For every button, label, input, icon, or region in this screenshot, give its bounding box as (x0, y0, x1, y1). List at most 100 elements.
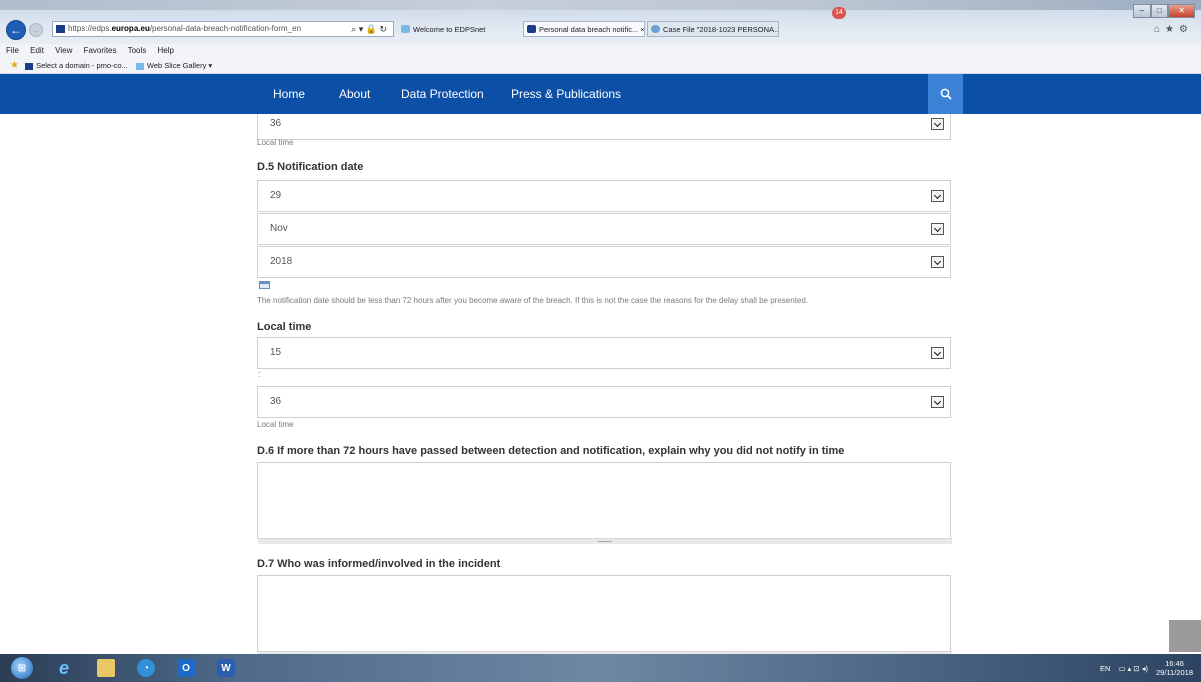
tray-icons[interactable]: ▭ ▴ ⊡ ◂) (1118, 664, 1148, 673)
url-prefix: https://edps. (68, 24, 112, 33)
web-slice-icon (135, 62, 144, 70)
select-value: 36 (270, 118, 282, 129)
taskbar-word[interactable]: W (208, 655, 244, 681)
favorite-icon (25, 62, 34, 70)
d6-delay-explanation-heading: D.6 If more than 72 hours have passed be… (257, 445, 845, 457)
window-controls: – □ ✕ (1133, 4, 1196, 18)
clock[interactable]: 16:46 29/11/2018 (1156, 659, 1193, 677)
tab-label: Personal data breach notific... × (539, 25, 645, 34)
taskbar-app[interactable]: ◔ (128, 655, 164, 681)
scroll-to-top-button[interactable] (1169, 620, 1201, 652)
start-button[interactable]: ⊞ (4, 655, 40, 681)
favorites-bar: ★ Select a domain - pmo-co... Web Slice … (0, 58, 1201, 74)
tab-favicon-icon (401, 25, 410, 33)
search-icon (940, 88, 952, 100)
url-domain: europa.eu (111, 24, 150, 33)
minimize-button[interactable]: – (1133, 4, 1151, 18)
notification-badge[interactable]: 14 (832, 7, 846, 19)
tab-label: Welcome to EDPSnet (413, 25, 486, 34)
nav-press-publications[interactable]: Press & Publications (511, 74, 621, 114)
tab-favicon-icon (527, 25, 536, 33)
notification-date-hint: The notification date should be less tha… (257, 296, 809, 305)
day-select[interactable]: 29 (257, 180, 951, 212)
nav-data-protection[interactable]: Data Protection (401, 74, 484, 114)
d6-delay-explanation-textarea[interactable] (257, 462, 952, 544)
chevron-down-icon[interactable] (931, 396, 944, 408)
d7-informed-involved-textarea[interactable] (257, 575, 952, 654)
menu-help[interactable]: Help (158, 46, 174, 55)
word-icon: W (217, 659, 235, 677)
taskbar-internet-explorer[interactable]: e (46, 655, 82, 681)
d5-notification-date-heading: D.5 Notification date (257, 161, 364, 173)
select-value: 2018 (270, 256, 293, 267)
hour-select[interactable]: 15 (257, 337, 951, 369)
form-content: 36 Local time D.5 Notification date 29 N… (0, 114, 1201, 654)
titlebar-background (0, 0, 1201, 10)
system-tray: EN ▭ ▴ ⊡ ◂) 16:46 29/11/2018 (1100, 654, 1193, 682)
address-bar[interactable]: https://edps.europa.eu/personal-data-bre… (52, 21, 394, 37)
menu-bar: File Edit View Favorites Tools Help (0, 44, 1201, 58)
forward-button[interactable]: → (29, 23, 43, 37)
taskbar-outlook[interactable]: O (168, 655, 204, 681)
address-tools-icon[interactable]: ⌕ ▾ 🔒 ↻ (351, 22, 387, 36)
back-arrow-icon: ← (10, 23, 22, 37)
favorite-label: Web Slice Gallery ▾ (146, 61, 213, 70)
start-icon: ⊞ (11, 657, 33, 679)
local-time-hint-previous: Local time (257, 138, 294, 147)
chevron-down-icon[interactable] (931, 223, 944, 235)
time-separator: : (258, 369, 261, 379)
chevron-down-icon[interactable] (931, 190, 944, 202)
select-value: Nov (270, 223, 288, 234)
app-icon: ◔ (137, 659, 155, 677)
tab-welcome-edpsnet[interactable]: Welcome to EDPSnet (397, 21, 521, 37)
url-path: /personal-data-breach-notification-form_… (149, 24, 302, 33)
nav-about[interactable]: About (339, 74, 370, 114)
clock-time: 16:46 (1165, 659, 1184, 668)
chevron-down-icon[interactable] (931, 256, 944, 268)
month-select[interactable]: Nov (257, 213, 951, 245)
tab-label: Case File "2018-1023 PERSONA... (663, 25, 779, 34)
select-value: 29 (270, 190, 282, 201)
windows-taskbar: ⊞ e ◔ O W EN ▭ ▴ ⊡ ◂) 16:46 29/11/2018 (0, 654, 1201, 682)
home-favorites-settings-icons[interactable]: ⌂★⚙ (1154, 24, 1193, 35)
close-window-button[interactable]: ✕ (1168, 4, 1196, 18)
nav-home[interactable]: Home (273, 74, 305, 114)
outlook-icon: O (177, 659, 195, 677)
search-button[interactable] (928, 74, 963, 114)
menu-tools[interactable]: Tools (128, 46, 147, 55)
local-time-hint: Local time (257, 420, 294, 429)
chevron-down-icon[interactable] (931, 118, 944, 130)
menu-edit[interactable]: Edit (30, 46, 44, 55)
favorite-label: Select a domain - pmo-co... (36, 61, 128, 70)
favorites-star-icon[interactable]: ★ (10, 60, 19, 71)
menu-favorites[interactable]: Favorites (84, 46, 117, 55)
tab-breach-notification[interactable]: Personal data breach notific... × (523, 21, 645, 37)
site-navigation: Home About Data Protection Press & Publi… (0, 74, 1201, 114)
favorite-select-domain[interactable]: Select a domain - pmo-co... (25, 61, 128, 70)
back-button[interactable]: ← (6, 20, 26, 40)
site-favicon-icon (56, 25, 65, 33)
language-indicator[interactable]: EN (1100, 664, 1110, 673)
taskbar-file-explorer[interactable] (88, 655, 124, 681)
tab-favicon-icon (651, 25, 660, 33)
d7-informed-involved-heading: D.7 Who was informed/involved in the inc… (257, 558, 501, 570)
maximize-button[interactable]: □ (1150, 4, 1169, 18)
favorite-web-slice-gallery[interactable]: Web Slice Gallery ▾ (135, 61, 213, 70)
browser-titlebar: 14 – □ ✕ ← → https://edps.europa.eu/pers… (0, 0, 1201, 44)
minute-select[interactable]: 36 (257, 386, 951, 418)
calendar-icon[interactable] (259, 281, 270, 289)
clock-date: 29/11/2018 (1156, 668, 1193, 677)
chevron-down-icon[interactable] (931, 347, 944, 359)
menu-view[interactable]: View (55, 46, 72, 55)
menu-file[interactable]: File (6, 46, 19, 55)
select-value: 36 (270, 396, 282, 407)
internet-explorer-icon: e (58, 657, 69, 678)
resize-handle[interactable] (258, 538, 952, 544)
year-select[interactable]: 2018 (257, 246, 951, 278)
forward-arrow-icon: → (31, 25, 41, 35)
file-explorer-icon (97, 659, 115, 677)
local-time-heading: Local time (257, 321, 312, 333)
tab-case-file[interactable]: Case File "2018-1023 PERSONA... (647, 21, 779, 37)
select-value: 15 (270, 347, 282, 358)
minute-select-previous[interactable]: 36 (257, 114, 951, 140)
